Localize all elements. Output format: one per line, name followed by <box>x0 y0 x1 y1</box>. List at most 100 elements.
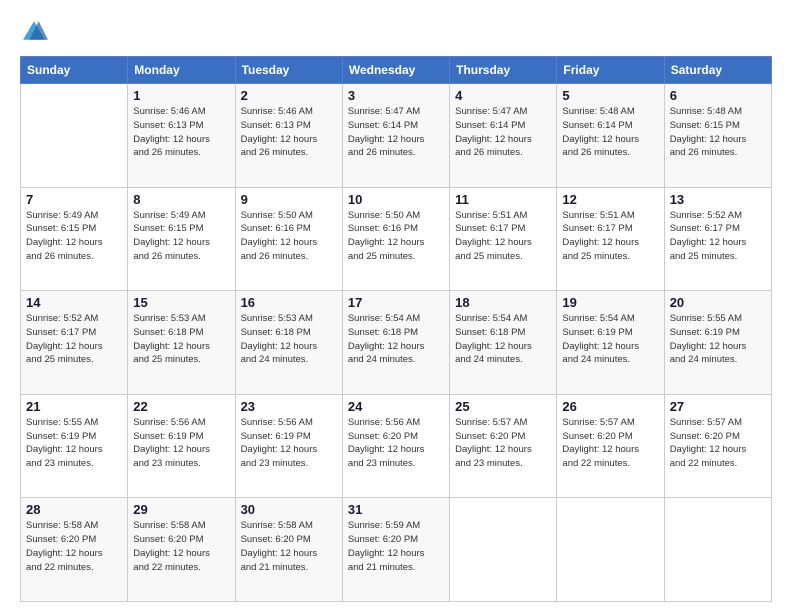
day-info: Sunrise: 5:52 AM Sunset: 6:17 PM Dayligh… <box>26 312 122 367</box>
day-number: 21 <box>26 399 122 414</box>
day-info: Sunrise: 5:55 AM Sunset: 6:19 PM Dayligh… <box>26 416 122 471</box>
weekday-header-row: SundayMondayTuesdayWednesdayThursdayFrid… <box>21 57 772 84</box>
day-info: Sunrise: 5:50 AM Sunset: 6:16 PM Dayligh… <box>348 209 444 264</box>
calendar-week-2: 7 Sunrise: 5:49 AM Sunset: 6:15 PM Daylig… <box>21 187 772 291</box>
day-number: 7 <box>26 192 122 207</box>
calendar-cell: 3Sunrise: 5:47 AM Sunset: 6:14 PM Daylig… <box>342 84 449 188</box>
day-number: 22 <box>133 399 229 414</box>
calendar-cell: 16 Sunrise: 5:53 AM Sunset: 6:18 PM Dayli… <box>235 291 342 395</box>
calendar-cell: 8Sunrise: 5:49 AM Sunset: 6:15 PM Daylig… <box>128 187 235 291</box>
calendar-week-4: 21 Sunrise: 5:55 AM Sunset: 6:19 PM Dayli… <box>21 394 772 498</box>
weekday-saturday: Saturday <box>664 57 771 84</box>
calendar-cell: 21 Sunrise: 5:55 AM Sunset: 6:19 PM Dayli… <box>21 394 128 498</box>
day-info: Sunrise: 5:56 AM Sunset: 6:19 PM Dayligh… <box>133 416 229 471</box>
day-number: 11 <box>455 192 551 207</box>
calendar-cell <box>450 498 557 602</box>
calendar-cell: 6 Sunrise: 5:48 AM Sunset: 6:15 PM Daylig… <box>664 84 771 188</box>
weekday-wednesday: Wednesday <box>342 57 449 84</box>
day-number: 3 <box>348 88 444 103</box>
day-number: 30 <box>241 502 337 517</box>
calendar-cell: 22 Sunrise: 5:56 AM Sunset: 6:19 PM Dayli… <box>128 394 235 498</box>
weekday-thursday: Thursday <box>450 57 557 84</box>
day-info: Sunrise: 5:58 AM Sunset: 6:20 PM Dayligh… <box>26 519 122 574</box>
day-info: Sunrise: 5:54 AM Sunset: 6:19 PM Dayligh… <box>562 312 658 367</box>
day-number: 17 <box>348 295 444 310</box>
day-info: Sunrise: 5:58 AM Sunset: 6:20 PM Dayligh… <box>241 519 337 574</box>
day-info: Sunrise: 5:54 AM Sunset: 6:18 PM Dayligh… <box>455 312 551 367</box>
day-info: Sunrise: 5:58 AM Sunset: 6:20 PM Dayligh… <box>133 519 229 574</box>
day-number: 15 <box>133 295 229 310</box>
page: SundayMondayTuesdayWednesdayThursdayFrid… <box>0 0 792 612</box>
day-info: Sunrise: 5:52 AM Sunset: 6:17 PM Dayligh… <box>670 209 766 264</box>
day-info: Sunrise: 5:49 AM Sunset: 6:15 PM Dayligh… <box>26 209 122 264</box>
calendar-cell: 27 Sunrise: 5:57 AM Sunset: 6:20 PM Dayli… <box>664 394 771 498</box>
day-number: 16 <box>241 295 337 310</box>
day-number: 28 <box>26 502 122 517</box>
day-number: 19 <box>562 295 658 310</box>
day-info: Sunrise: 5:57 AM Sunset: 6:20 PM Dayligh… <box>562 416 658 471</box>
day-number: 27 <box>670 399 766 414</box>
calendar-cell: 10 Sunrise: 5:50 AM Sunset: 6:16 PM Dayli… <box>342 187 449 291</box>
day-number: 31 <box>348 502 444 517</box>
logo <box>20 18 52 46</box>
calendar-cell: 31 Sunrise: 5:59 AM Sunset: 6:20 PM Dayli… <box>342 498 449 602</box>
calendar-cell: 26 Sunrise: 5:57 AM Sunset: 6:20 PM Dayli… <box>557 394 664 498</box>
day-info: Sunrise: 5:51 AM Sunset: 6:17 PM Dayligh… <box>562 209 658 264</box>
calendar-cell <box>557 498 664 602</box>
calendar-cell: 4 Sunrise: 5:47 AM Sunset: 6:14 PM Daylig… <box>450 84 557 188</box>
day-info: Sunrise: 5:48 AM Sunset: 6:14 PM Dayligh… <box>562 105 658 160</box>
day-number: 13 <box>670 192 766 207</box>
day-info: Sunrise: 5:51 AM Sunset: 6:17 PM Dayligh… <box>455 209 551 264</box>
day-number: 24 <box>348 399 444 414</box>
day-info: Sunrise: 5:57 AM Sunset: 6:20 PM Dayligh… <box>455 416 551 471</box>
day-info: Sunrise: 5:50 AM Sunset: 6:16 PM Dayligh… <box>241 209 337 264</box>
day-number: 10 <box>348 192 444 207</box>
day-info: Sunrise: 5:46 AM Sunset: 6:13 PM Dayligh… <box>241 105 337 160</box>
calendar-cell: 7 Sunrise: 5:49 AM Sunset: 6:15 PM Daylig… <box>21 187 128 291</box>
calendar-cell: 19 Sunrise: 5:54 AM Sunset: 6:19 PM Dayli… <box>557 291 664 395</box>
day-number: 29 <box>133 502 229 517</box>
day-number: 5 <box>562 88 658 103</box>
day-info: Sunrise: 5:56 AM Sunset: 6:20 PM Dayligh… <box>348 416 444 471</box>
calendar-cell: 28 Sunrise: 5:58 AM Sunset: 6:20 PM Dayli… <box>21 498 128 602</box>
calendar-cell: 25Sunrise: 5:57 AM Sunset: 6:20 PM Dayli… <box>450 394 557 498</box>
day-number: 26 <box>562 399 658 414</box>
weekday-friday: Friday <box>557 57 664 84</box>
day-number: 4 <box>455 88 551 103</box>
day-info: Sunrise: 5:47 AM Sunset: 6:14 PM Dayligh… <box>455 105 551 160</box>
day-info: Sunrise: 5:53 AM Sunset: 6:18 PM Dayligh… <box>241 312 337 367</box>
day-number: 12 <box>562 192 658 207</box>
day-number: 2 <box>241 88 337 103</box>
calendar-cell: 5 Sunrise: 5:48 AM Sunset: 6:14 PM Daylig… <box>557 84 664 188</box>
calendar-cell <box>664 498 771 602</box>
calendar-cell: 29 Sunrise: 5:58 AM Sunset: 6:20 PM Dayli… <box>128 498 235 602</box>
day-info: Sunrise: 5:55 AM Sunset: 6:19 PM Dayligh… <box>670 312 766 367</box>
calendar-cell: 14 Sunrise: 5:52 AM Sunset: 6:17 PM Dayli… <box>21 291 128 395</box>
calendar-cell: 17 Sunrise: 5:54 AM Sunset: 6:18 PM Dayli… <box>342 291 449 395</box>
day-info: Sunrise: 5:49 AM Sunset: 6:15 PM Dayligh… <box>133 209 229 264</box>
day-info: Sunrise: 5:54 AM Sunset: 6:18 PM Dayligh… <box>348 312 444 367</box>
calendar-cell: 13 Sunrise: 5:52 AM Sunset: 6:17 PM Dayli… <box>664 187 771 291</box>
calendar-week-1: 1Sunrise: 5:46 AM Sunset: 6:13 PM Daylig… <box>21 84 772 188</box>
calendar-cell: 24 Sunrise: 5:56 AM Sunset: 6:20 PM Dayli… <box>342 394 449 498</box>
calendar-week-5: 28 Sunrise: 5:58 AM Sunset: 6:20 PM Dayli… <box>21 498 772 602</box>
calendar-cell: 30 Sunrise: 5:58 AM Sunset: 6:20 PM Dayli… <box>235 498 342 602</box>
day-info: Sunrise: 5:59 AM Sunset: 6:20 PM Dayligh… <box>348 519 444 574</box>
calendar-table: SundayMondayTuesdayWednesdayThursdayFrid… <box>20 56 772 602</box>
day-number: 18 <box>455 295 551 310</box>
header <box>20 18 772 46</box>
calendar-week-3: 14 Sunrise: 5:52 AM Sunset: 6:17 PM Dayli… <box>21 291 772 395</box>
calendar-cell: 15Sunrise: 5:53 AM Sunset: 6:18 PM Dayli… <box>128 291 235 395</box>
weekday-monday: Monday <box>128 57 235 84</box>
calendar-cell: 1Sunrise: 5:46 AM Sunset: 6:13 PM Daylig… <box>128 84 235 188</box>
calendar-cell: 12 Sunrise: 5:51 AM Sunset: 6:17 PM Dayli… <box>557 187 664 291</box>
calendar-cell: 23Sunrise: 5:56 AM Sunset: 6:19 PM Dayli… <box>235 394 342 498</box>
day-number: 9 <box>241 192 337 207</box>
calendar-cell: 20Sunrise: 5:55 AM Sunset: 6:19 PM Dayli… <box>664 291 771 395</box>
calendar-cell: 9 Sunrise: 5:50 AM Sunset: 6:16 PM Daylig… <box>235 187 342 291</box>
day-info: Sunrise: 5:48 AM Sunset: 6:15 PM Dayligh… <box>670 105 766 160</box>
day-info: Sunrise: 5:57 AM Sunset: 6:20 PM Dayligh… <box>670 416 766 471</box>
day-number: 6 <box>670 88 766 103</box>
day-info: Sunrise: 5:46 AM Sunset: 6:13 PM Dayligh… <box>133 105 229 160</box>
day-number: 14 <box>26 295 122 310</box>
